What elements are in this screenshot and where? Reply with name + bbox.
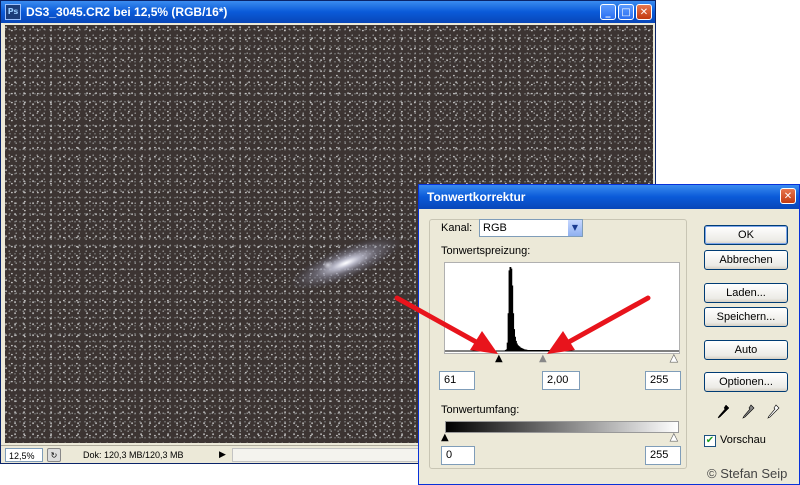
histogram-box — [444, 262, 680, 354]
gamma-slider[interactable]: ▲ — [539, 354, 547, 364]
checkmark-icon: ✔ — [705, 435, 715, 446]
output-black-field[interactable]: 0 — [441, 446, 475, 465]
load-button[interactable]: Laden... — [704, 283, 788, 303]
output-gradient-bar — [445, 421, 679, 433]
channel-value: RGB — [483, 222, 507, 234]
preview-label: Vorschau — [720, 434, 766, 446]
input-black-field[interactable]: 61 — [439, 371, 475, 390]
dialog-titlebar[interactable]: Tonwertkorrektur ✕ — [419, 185, 799, 209]
dialog-title: Tonwertkorrektur — [427, 190, 526, 204]
histogram-area — [445, 267, 679, 351]
output-black-slider[interactable]: ▲ — [441, 433, 449, 443]
channel-select[interactable]: RGB ▼ — [479, 219, 583, 237]
dialog-close-button[interactable]: ✕ — [780, 188, 796, 204]
photoshop-app-icon: Ps — [5, 4, 21, 20]
dialog-controls: ✕ — [780, 188, 796, 204]
channel-label: Kanal: — [441, 222, 473, 234]
andromeda-galaxy — [285, 226, 407, 300]
output-white-field[interactable]: 255 — [645, 446, 681, 465]
doc-info: Dok: 120,3 MB/120,3 MB — [83, 449, 184, 460]
output-white-slider[interactable]: ▲ — [670, 432, 678, 443]
window-controls: _ □ ✕ — [600, 4, 652, 20]
satellite-galaxy — [323, 261, 333, 269]
maximize-button[interactable]: □ — [618, 4, 634, 20]
input-levels-label: Tonwertspreizung: — [441, 245, 531, 257]
minimize-button[interactable]: _ — [600, 4, 616, 20]
black-point-slider[interactable]: ▲ — [495, 354, 503, 364]
zoom-field[interactable]: 12,5% — [5, 447, 43, 462]
copyright-text: © Stefan Seip — [707, 466, 788, 481]
image-window-titlebar[interactable]: Ps DS3_3045.CR2 bei 12,5% (RGB/16*) _ □ … — [1, 1, 655, 23]
gray-eyedropper-icon[interactable] — [741, 404, 755, 420]
white-point-slider[interactable]: ▲ — [670, 353, 678, 364]
options-button[interactable]: Optionen... — [704, 372, 788, 392]
histogram-chart — [445, 267, 679, 352]
close-button[interactable]: ✕ — [636, 4, 652, 20]
levels-dialog: Tonwertkorrektur ✕ Kanal: RGB ▼ Tonwerts… — [418, 184, 800, 485]
ok-button[interactable]: OK — [704, 225, 788, 245]
status-menu-arrow-icon[interactable]: ▶ — [219, 450, 226, 460]
image-window-title: DS3_3045.CR2 bei 12,5% (RGB/16*) — [26, 5, 228, 19]
white-eyedropper-icon[interactable] — [766, 404, 780, 420]
chevron-down-icon[interactable]: ▼ — [568, 220, 582, 236]
status-cycle-icon[interactable]: ↻ — [47, 447, 61, 462]
input-white-field[interactable]: 255 — [645, 371, 681, 390]
black-eyedropper-icon[interactable] — [716, 404, 730, 420]
save-button[interactable]: Speichern... — [704, 307, 788, 327]
preview-checkbox[interactable]: ✔ — [704, 435, 716, 447]
input-gamma-field[interactable]: 2,00 — [542, 371, 580, 390]
auto-button[interactable]: Auto — [704, 340, 788, 360]
cancel-button[interactable]: Abbrechen — [704, 250, 788, 270]
output-levels-label: Tonwertumfang: — [441, 404, 520, 416]
